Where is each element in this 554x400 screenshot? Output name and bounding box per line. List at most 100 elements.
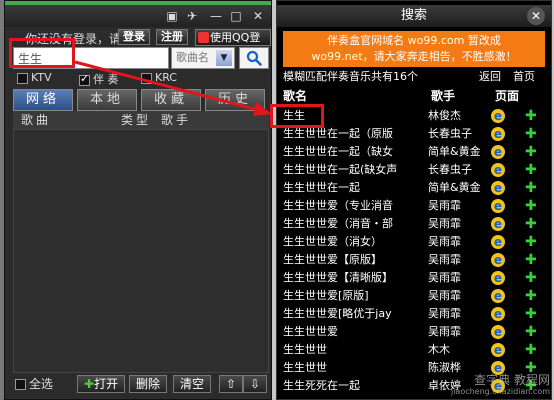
result-song-name[interactable]: 生生世世在一起(缺女声 bbox=[283, 161, 429, 179]
result-song-name[interactable]: 生生世世在一起 bbox=[283, 179, 429, 197]
search-button[interactable] bbox=[239, 47, 269, 69]
result-row[interactable]: 生生世世在一起(缺女声 长春虫子 e ✚ bbox=[283, 161, 545, 179]
banner-url-new[interactable]: wo99.net bbox=[311, 50, 362, 63]
domain-notice-banner: 伴奏盒官网域名 wo99.com 暂改成 wo99.net，请大家奔走相告，不胜… bbox=[283, 31, 545, 67]
result-song-name[interactable]: 生生世世爱[原版] bbox=[283, 287, 429, 305]
result-song-name[interactable]: 生生世世爱【清晰版】 bbox=[283, 269, 429, 287]
browser-page-icon[interactable]: e bbox=[491, 217, 505, 231]
add-icon[interactable]: ✚ bbox=[525, 233, 537, 251]
column-song[interactable]: 歌曲 bbox=[21, 111, 51, 129]
result-song-name[interactable]: 生生世世 bbox=[283, 341, 429, 359]
result-song-name[interactable]: 生生世世爱（专业消音 bbox=[283, 197, 429, 215]
back-link[interactable]: 返回 bbox=[479, 69, 501, 85]
result-singer: 吴雨霏 bbox=[428, 217, 461, 230]
result-row[interactable]: 生生世世爱[略优于jay 吴雨霏 e ✚ bbox=[283, 305, 545, 323]
clear-button[interactable]: 清空 bbox=[173, 375, 212, 393]
result-row[interactable]: 生生世世 木木 e ✚ bbox=[283, 341, 545, 359]
minimize-icon[interactable]: — bbox=[209, 9, 223, 23]
select-all-checkbox[interactable]: 全选 bbox=[15, 375, 53, 393]
result-singer: 吴雨霏 bbox=[428, 289, 461, 302]
add-icon[interactable]: ✚ bbox=[525, 197, 537, 215]
search-window-title: 搜索 bbox=[400, 8, 427, 23]
browser-page-icon[interactable]: e bbox=[491, 109, 505, 123]
browser-page-icon[interactable]: e bbox=[491, 145, 505, 159]
add-icon[interactable]: ✚ bbox=[525, 251, 537, 269]
browser-page-icon[interactable]: e bbox=[491, 127, 505, 141]
search-window-titlebar[interactable]: 搜索 ✕ bbox=[277, 5, 551, 27]
add-icon[interactable]: ✚ bbox=[525, 305, 537, 323]
search-category-value: 歌曲名 bbox=[176, 51, 209, 64]
checkbox-ktv[interactable]: KTV bbox=[17, 71, 52, 87]
skin-icon[interactable]: ▣ bbox=[165, 9, 179, 23]
column-type[interactable]: 类型 bbox=[121, 111, 151, 129]
add-icon[interactable]: ✚ bbox=[525, 323, 537, 341]
result-row[interactable]: 生生世世爱【原版】 吴雨霏 e ✚ bbox=[283, 251, 545, 269]
checkbox-box[interactable] bbox=[15, 379, 26, 390]
result-song-name[interactable]: 生生世世爱[略优于jay bbox=[283, 305, 429, 323]
checkbox-box[interactable] bbox=[17, 72, 28, 84]
result-song-name[interactable]: 生生世世爱【原版】 bbox=[283, 251, 429, 269]
player-titlebar[interactable]: ▣ ✈ — □ ✕ bbox=[5, 5, 271, 27]
qq-login-button[interactable]: 使用QQ登录 bbox=[195, 29, 271, 59]
result-row[interactable]: 生生世世在一起 简单&黄金 e ✚ bbox=[283, 179, 545, 197]
move-down-icon[interactable]: ⇩ bbox=[243, 375, 268, 393]
checkbox-accompaniment[interactable]: 伴 奏 bbox=[79, 71, 119, 87]
browser-page-icon[interactable]: e bbox=[491, 253, 505, 267]
result-row[interactable]: 生生世世爱 吴雨霏 e ✚ bbox=[283, 323, 545, 341]
search-category-select[interactable]: 歌曲名 ▼ bbox=[171, 47, 235, 69]
add-icon[interactable]: ✚ bbox=[525, 107, 537, 125]
add-icon[interactable]: ✚ bbox=[525, 179, 537, 197]
add-icon[interactable]: ✚ bbox=[525, 161, 537, 179]
result-song-name[interactable]: 生生世世爱（消女） bbox=[283, 233, 429, 251]
result-song-name[interactable]: 生生世世爱（消音・部 bbox=[283, 215, 429, 233]
browser-page-icon[interactable]: e bbox=[491, 343, 505, 357]
browser-page-icon[interactable]: e bbox=[491, 199, 505, 213]
result-row[interactable]: 生生世世在一起（缺女 简单&黄金 e ✚ bbox=[283, 143, 545, 161]
tab-network[interactable]: 网络 bbox=[13, 89, 73, 111]
home-link[interactable]: 首页 bbox=[513, 69, 535, 85]
close-icon[interactable]: ✕ bbox=[251, 9, 265, 23]
tab-history[interactable]: 历史 bbox=[205, 89, 265, 111]
browser-page-icon[interactable]: e bbox=[491, 271, 505, 285]
open-button[interactable]: ✚打开 bbox=[77, 375, 126, 393]
checkbox-box[interactable] bbox=[141, 72, 152, 84]
pin-icon[interactable]: ✈ bbox=[185, 9, 199, 23]
move-up-icon[interactable]: ⇧ bbox=[219, 375, 244, 393]
add-icon[interactable]: ✚ bbox=[525, 143, 537, 161]
add-icon[interactable]: ✚ bbox=[525, 269, 537, 287]
tab-local[interactable]: 本地 bbox=[77, 89, 137, 111]
maximize-icon[interactable]: □ bbox=[229, 9, 243, 23]
banner-url-old[interactable]: wo99.com bbox=[408, 34, 465, 47]
result-row[interactable]: 生生世世爱【清晰版】 吴雨霏 e ✚ bbox=[283, 269, 545, 287]
result-song-name[interactable]: 生生世世爱 bbox=[283, 323, 429, 341]
result-row[interactable]: 生生世世爱（消音・部 吴雨霏 e ✚ bbox=[283, 215, 545, 233]
result-song-name[interactable]: 生生死死在一起 bbox=[283, 377, 429, 395]
checkbox-box[interactable] bbox=[79, 72, 90, 86]
result-song-name[interactable]: 生生世世在一起（缺女 bbox=[283, 143, 429, 161]
add-icon[interactable]: ✚ bbox=[525, 215, 537, 233]
register-button[interactable]: 注册 bbox=[156, 29, 188, 45]
browser-page-icon[interactable]: e bbox=[491, 163, 505, 177]
result-row[interactable]: 生生世世爱（消女） 吴雨霏 e ✚ bbox=[283, 233, 545, 251]
browser-page-icon[interactable]: e bbox=[491, 235, 505, 249]
search-window: 搜索 ✕ 伴奏盒官网域名 wo99.com 暂改成 wo99.net，请大家奔走… bbox=[276, 0, 552, 400]
add-icon[interactable]: ✚ bbox=[525, 341, 537, 359]
delete-button[interactable]: 删除 bbox=[129, 375, 168, 393]
checkbox-krc[interactable]: KRC bbox=[141, 71, 177, 87]
browser-page-icon[interactable]: e bbox=[491, 307, 505, 321]
login-button[interactable]: 登录 bbox=[118, 29, 150, 45]
song-list[interactable] bbox=[13, 129, 269, 373]
watermark-url: jiaocheng.chazidian.com bbox=[450, 387, 550, 396]
add-icon[interactable]: ✚ bbox=[525, 125, 537, 143]
close-icon[interactable]: ✕ bbox=[527, 7, 545, 25]
chevron-down-icon[interactable]: ▼ bbox=[216, 50, 232, 66]
column-singer[interactable]: 歌手 bbox=[161, 111, 191, 129]
result-row[interactable]: 生生世世爱（专业消音 吴雨霏 e ✚ bbox=[283, 197, 545, 215]
tab-favorites[interactable]: 收藏 bbox=[141, 89, 201, 111]
add-icon[interactable]: ✚ bbox=[525, 287, 537, 305]
result-song-name[interactable]: 生生世世 bbox=[283, 359, 429, 377]
browser-page-icon[interactable]: e bbox=[491, 325, 505, 339]
browser-page-icon[interactable]: e bbox=[491, 181, 505, 195]
browser-page-icon[interactable]: e bbox=[491, 289, 505, 303]
result-row[interactable]: 生生世世爱[原版] 吴雨霏 e ✚ bbox=[283, 287, 545, 305]
